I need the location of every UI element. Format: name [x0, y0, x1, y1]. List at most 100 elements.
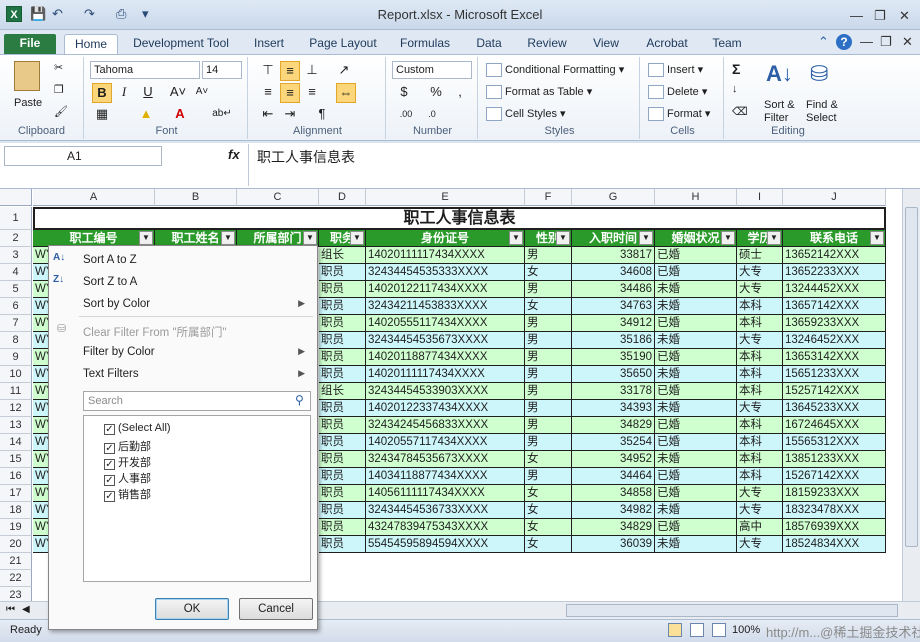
decrease-indent-icon[interactable]: ⇤: [258, 105, 278, 125]
column-header[interactable]: B: [155, 189, 237, 206]
table-cell[interactable]: 大专: [737, 502, 783, 519]
tab-acrobat[interactable]: Acrobat: [638, 34, 696, 54]
insert-cells-button[interactable]: Insert ▾: [648, 63, 703, 78]
font-name-select[interactable]: Tahoma: [90, 61, 200, 79]
table-cell[interactable]: 大专: [737, 536, 783, 553]
tab-review[interactable]: Review: [520, 34, 574, 54]
filter-dropdown-icon[interactable]: ▼: [350, 231, 364, 245]
phonetic-icon[interactable]: ab↵: [212, 105, 232, 125]
row-header[interactable]: 5: [0, 281, 32, 298]
table-cell[interactable]: 男: [525, 247, 572, 264]
table-cell[interactable]: 18159233XXX: [783, 485, 886, 502]
row-header[interactable]: 15: [0, 451, 32, 468]
table-cell[interactable]: 34912: [572, 315, 655, 332]
table-cell[interactable]: 职员: [319, 502, 366, 519]
table-cell[interactable]: 43247839475343XXXX: [366, 519, 525, 536]
wrap-text-icon[interactable]: ¶: [312, 105, 332, 125]
cell-styles-button[interactable]: Cell Styles ▾: [486, 107, 566, 122]
increase-font-icon[interactable]: A˅: [168, 83, 188, 103]
table-cell[interactable]: 15565312XXX: [783, 434, 886, 451]
column-header[interactable]: E: [366, 189, 525, 206]
number-format-select[interactable]: Custom: [392, 61, 472, 79]
filter-by-color[interactable]: Filter by Color ▶: [83, 346, 313, 358]
sort-a-to-z[interactable]: Sort A to Z: [83, 254, 137, 266]
filter-search-input[interactable]: Search: [83, 391, 311, 411]
table-cell[interactable]: 组长: [319, 247, 366, 264]
table-cell[interactable]: 已婚: [655, 519, 737, 536]
sort-filter-icon[interactable]: A↓: [766, 61, 793, 87]
decrease-decimal-icon[interactable]: .0: [422, 105, 442, 125]
table-cell[interactable]: 已婚: [655, 349, 737, 366]
sort-z-to-a[interactable]: Sort Z to A: [83, 276, 137, 288]
table-cell[interactable]: 职员: [319, 417, 366, 434]
zoom-level[interactable]: 100%: [732, 624, 760, 636]
table-cell[interactable]: 大专: [737, 332, 783, 349]
table-cell[interactable]: 已婚: [655, 247, 737, 264]
tab-data[interactable]: Data: [468, 34, 510, 54]
table-cell[interactable]: 本科: [737, 298, 783, 315]
table-cell[interactable]: 34393: [572, 400, 655, 417]
table-cell[interactable]: 33178: [572, 383, 655, 400]
column-header[interactable]: G: [572, 189, 655, 206]
table-cell[interactable]: 33817: [572, 247, 655, 264]
filter-dropdown-icon[interactable]: ▼: [221, 231, 235, 245]
vertical-scroll-thumb[interactable]: [905, 207, 918, 547]
sort-filter-button-line1[interactable]: Sort &: [764, 99, 795, 111]
borders-icon[interactable]: ▦: [92, 105, 112, 125]
table-cell[interactable]: 14020557117434XXXX: [366, 434, 525, 451]
tab-page-layout[interactable]: Page Layout: [304, 34, 382, 54]
decrease-font-icon[interactable]: A˅: [192, 83, 212, 103]
tab-formulas[interactable]: Formulas: [394, 34, 456, 54]
table-cell[interactable]: 本科: [737, 434, 783, 451]
cut-icon[interactable]: ✂: [54, 61, 63, 74]
page-break-view-icon[interactable]: [712, 623, 726, 637]
table-cell[interactable]: 已婚: [655, 264, 737, 281]
table-cell[interactable]: 15267142XXX: [783, 468, 886, 485]
table-cell[interactable]: 男: [525, 366, 572, 383]
table-cell[interactable]: 职员: [319, 451, 366, 468]
align-center-icon[interactable]: ≡: [280, 83, 300, 103]
align-top-icon[interactable]: ⊤: [258, 61, 278, 81]
table-cell[interactable]: 本科: [737, 383, 783, 400]
sort-filter-button-line2[interactable]: Filter: [764, 112, 788, 124]
table-cell[interactable]: 15651233XXX: [783, 366, 886, 383]
table-cell[interactable]: 女: [525, 264, 572, 281]
table-cell[interactable]: 已婚: [655, 383, 737, 400]
table-cell[interactable]: 13244452XXX: [783, 281, 886, 298]
table-cell[interactable]: 男: [525, 383, 572, 400]
table-cell[interactable]: 32434454536733XXXX: [366, 502, 525, 519]
table-cell[interactable]: 32434454535673XXXX: [366, 332, 525, 349]
table-cell[interactable]: 13645233XXX: [783, 400, 886, 417]
table-cell[interactable]: 18323478XXX: [783, 502, 886, 519]
checkbox-kaifa[interactable]: ✓ 开发部: [104, 454, 151, 470]
table-cell[interactable]: 职员: [319, 366, 366, 383]
conditional-formatting-button[interactable]: Conditional Formatting ▾: [486, 63, 624, 78]
tab-view[interactable]: View: [584, 34, 628, 54]
table-cell[interactable]: 职员: [319, 349, 366, 366]
table-cell[interactable]: 已婚: [655, 417, 737, 434]
row-header[interactable]: 12: [0, 400, 32, 417]
row-header[interactable]: 4: [0, 264, 32, 281]
table-cell[interactable]: 18576939XXX: [783, 519, 886, 536]
table-cell[interactable]: 13246452XXX: [783, 332, 886, 349]
row-header[interactable]: 19: [0, 519, 32, 536]
table-cell[interactable]: 35254: [572, 434, 655, 451]
checkbox-xiaoshou[interactable]: ✓ 销售部: [104, 486, 151, 502]
filter-dropdown-icon[interactable]: ▼: [139, 231, 153, 245]
filter-dropdown-icon[interactable]: ▼: [639, 231, 653, 245]
help-icon[interactable]: ?: [836, 34, 852, 50]
header-cell[interactable]: 婚姻状况 ▼: [655, 230, 737, 247]
tab-home[interactable]: Home: [64, 34, 118, 54]
page-layout-view-icon[interactable]: [690, 623, 704, 637]
column-header[interactable]: J: [783, 189, 886, 206]
table-cell[interactable]: 13652233XXX: [783, 264, 886, 281]
row-header[interactable]: 17: [0, 485, 32, 502]
table-cell[interactable]: 34982: [572, 502, 655, 519]
table-cell[interactable]: 34763: [572, 298, 655, 315]
workbook-restore-icon[interactable]: ❐: [880, 34, 892, 50]
row-header[interactable]: 13: [0, 417, 32, 434]
percent-icon[interactable]: %: [426, 83, 446, 103]
comma-icon[interactable]: ,: [450, 83, 470, 103]
table-cell[interactable]: 男: [525, 468, 572, 485]
table-cell[interactable]: 未婚: [655, 366, 737, 383]
